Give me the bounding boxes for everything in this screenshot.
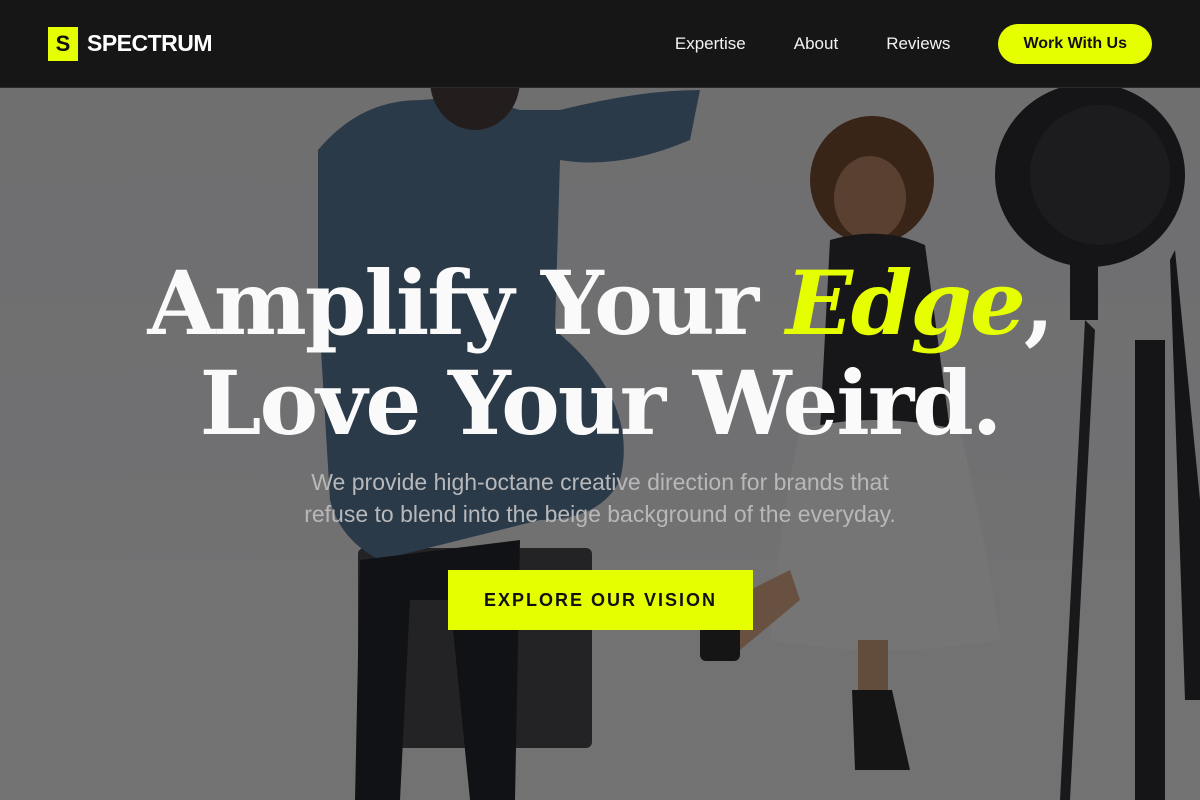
headline-part1: Amplify Your	[147, 251, 786, 355]
headline-line2: Love Your Weird.	[199, 351, 1003, 455]
brand-name: SPECTRUM	[87, 30, 213, 56]
hero-section: Amplify Your Edge, Love Your Weird. We p…	[0, 88, 1200, 800]
hero-subtitle: We provide high-octane creative directio…	[0, 466, 1200, 530]
main-nav: Expertise About Reviews Work With Us	[675, 23, 1152, 64]
headline-accent-word: Edge	[785, 251, 1026, 355]
hero-headline: Amplify Your Edge, Love Your Weird.	[0, 253, 1200, 453]
brand-logo[interactable]: S SPECTRUM	[48, 26, 213, 61]
nav-link-reviews[interactable]: Reviews	[886, 34, 950, 54]
brand-mark-icon: S	[48, 26, 78, 61]
subtitle-line2: refuse to blend into the beige backgroun…	[304, 501, 896, 527]
headline-comma: ,	[1023, 251, 1055, 355]
subtitle-line1: We provide high-octane creative directio…	[311, 469, 889, 495]
explore-vision-button[interactable]: EXPLORE OUR VISION	[448, 570, 753, 630]
nav-link-expertise[interactable]: Expertise	[675, 34, 746, 54]
nav-link-about[interactable]: About	[794, 34, 838, 54]
top-navbar: S SPECTRUM Expertise About Reviews Work …	[0, 0, 1200, 88]
work-with-us-button[interactable]: Work With Us	[998, 23, 1152, 64]
